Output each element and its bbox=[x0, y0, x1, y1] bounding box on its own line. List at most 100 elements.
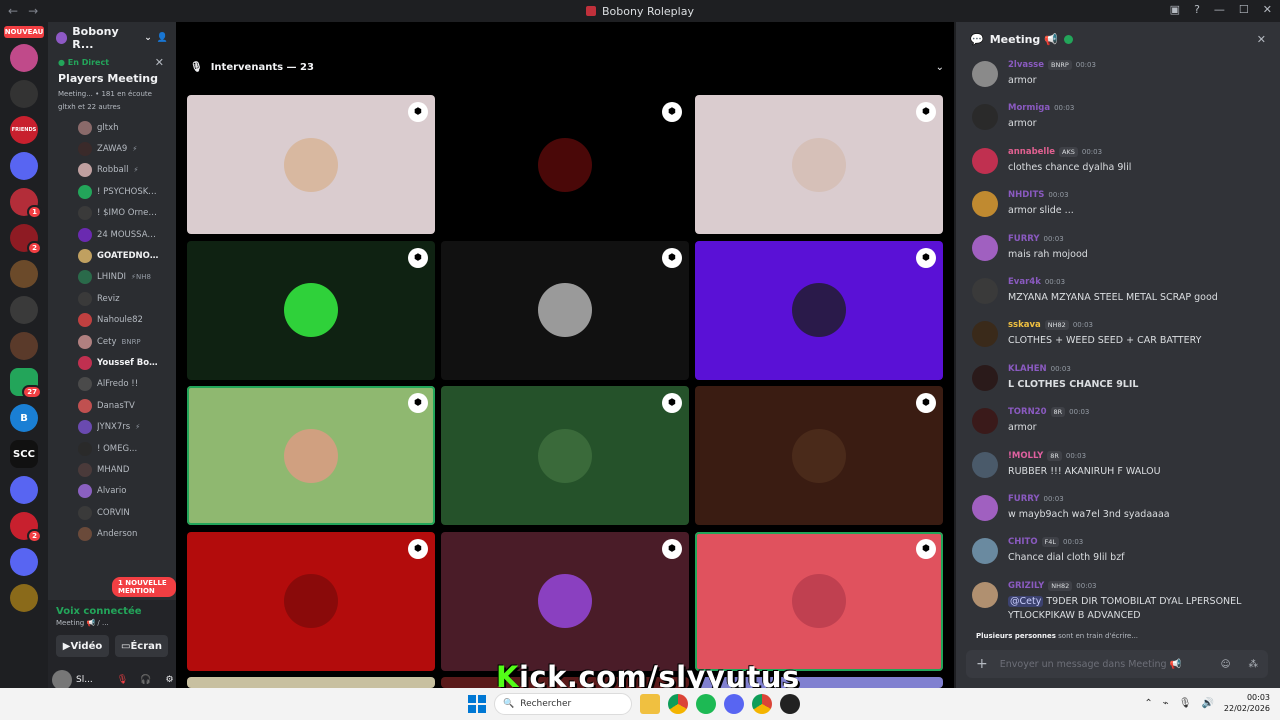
server-icon[interactable] bbox=[10, 296, 38, 324]
server-icon[interactable]: 27 bbox=[10, 368, 42, 399]
clock[interactable]: 00:03 22/02/2026 bbox=[1224, 692, 1270, 714]
spotify-icon[interactable] bbox=[696, 694, 716, 714]
voice-member[interactable]: DanasTV bbox=[48, 395, 176, 416]
video-button[interactable]: ▶ Vidéo bbox=[56, 635, 109, 657]
chrome-icon[interactable] bbox=[668, 694, 688, 714]
forward-arrow-icon[interactable]: → bbox=[28, 4, 38, 18]
speaker-tile[interactable]: ⬢ bbox=[695, 531, 943, 671]
activity-icon[interactable]: ⬢ bbox=[408, 538, 428, 559]
avatar[interactable] bbox=[972, 408, 998, 435]
discord-icon[interactable] bbox=[724, 694, 744, 714]
message-author[interactable]: sskava bbox=[1008, 320, 1041, 330]
chevron-down-icon[interactable]: ⌄ bbox=[936, 62, 944, 73]
message-author[interactable]: TORN20 bbox=[1008, 407, 1047, 417]
speaker-tile[interactable]: ⬢ bbox=[441, 531, 689, 671]
voice-member[interactable]: LHINDI ⚡NH8 bbox=[48, 267, 176, 288]
voice-member[interactable]: CORVIN bbox=[48, 502, 176, 523]
speaker-tile[interactable]: ⬢ bbox=[695, 240, 943, 380]
chat-message[interactable]: NHDITS 00:03 armor slide ... bbox=[972, 190, 1280, 233]
avatar[interactable] bbox=[972, 494, 998, 521]
voice-member[interactable]: 24 MOUSSAOUI bbox=[48, 224, 176, 245]
voice-member[interactable]: Youssef Boush... bbox=[48, 352, 176, 373]
voice-channel[interactable]: Meeting 📢 / ... bbox=[56, 619, 168, 627]
message-author[interactable]: GRIZILY bbox=[1008, 581, 1044, 591]
speaker-tile[interactable]: ⬢ bbox=[695, 95, 943, 234]
speaker-tile[interactable]: ⬢ bbox=[187, 531, 435, 671]
message-author[interactable]: annabelle bbox=[1008, 147, 1055, 157]
avatar[interactable] bbox=[972, 364, 998, 391]
activity-icon[interactable]: ⬢ bbox=[408, 102, 428, 122]
avatar[interactable] bbox=[972, 104, 998, 131]
avatar[interactable] bbox=[972, 538, 998, 565]
server-icon[interactable] bbox=[10, 584, 38, 612]
message-author[interactable]: CHITO bbox=[1008, 537, 1038, 547]
server-icon[interactable] bbox=[10, 80, 38, 108]
avatar[interactable] bbox=[972, 321, 998, 348]
voice-member[interactable]: AlFredo !! bbox=[48, 374, 176, 395]
activity-icon[interactable]: ⬢ bbox=[662, 538, 682, 559]
chevron-up-icon[interactable]: ⌃ bbox=[1144, 698, 1152, 709]
avatar[interactable] bbox=[972, 451, 998, 478]
activity-icon[interactable]: ⬢ bbox=[662, 102, 682, 122]
obs-icon[interactable] bbox=[780, 694, 800, 714]
server-header[interactable]: Bobony R... ⌄ 👤 bbox=[48, 22, 176, 54]
server-icon[interactable]: 1 bbox=[10, 188, 42, 219]
chat-message[interactable]: TORN20 8R 00:03 armor bbox=[972, 407, 1280, 450]
speaker-tile[interactable]: ⬢ bbox=[441, 95, 689, 234]
gear-icon[interactable]: ⚙ bbox=[165, 675, 173, 685]
voice-member[interactable]: ! OMEG... bbox=[48, 438, 176, 459]
back-arrow-icon[interactable]: ← bbox=[8, 4, 18, 18]
chat-message[interactable]: annabelle AKS 00:03 clothes chance dyalha 9… bbox=[972, 146, 1280, 190]
microphone-icon[interactable]: 🎙 bbox=[1179, 698, 1192, 709]
server-icon[interactable] bbox=[10, 476, 38, 504]
avatar[interactable] bbox=[972, 147, 998, 174]
activity-icon[interactable]: ⬢ bbox=[662, 393, 682, 413]
message-author[interactable]: !MOLLY bbox=[1008, 451, 1043, 461]
chat-message[interactable]: KLAHEN 00:03 L CLOTHES CHANCE 9LIL bbox=[972, 364, 1280, 407]
voice-member[interactable]: Reviz bbox=[48, 288, 176, 309]
server-icon[interactable]: FRIENDS bbox=[10, 116, 38, 144]
voice-member[interactable]: Cety BNRP bbox=[48, 331, 176, 352]
chat-message[interactable]: GRIZILY NH82 00:03 @Cety T9DER DIR TOMOBILA… bbox=[972, 580, 1280, 624]
avatar[interactable] bbox=[972, 581, 998, 608]
user-mention[interactable]: @Cety bbox=[1008, 595, 1044, 607]
server-icon[interactable]: 2 bbox=[10, 512, 42, 543]
voice-member[interactable]: Anderson bbox=[48, 523, 176, 544]
server-icon[interactable] bbox=[10, 152, 38, 180]
server-icon[interactable]: SCC bbox=[10, 440, 38, 468]
mention-badge[interactable]: 1 NOUVELLE MENTION bbox=[112, 577, 176, 597]
avatar[interactable] bbox=[972, 61, 998, 87]
message-author[interactable]: Evar4k bbox=[1008, 277, 1041, 287]
taskbar-search[interactable]: 🔍 Rechercher bbox=[494, 693, 632, 715]
voice-member[interactable]: ZAWA9 ⚡ bbox=[48, 138, 176, 159]
server-icon[interactable] bbox=[10, 44, 38, 72]
network-icon[interactable]: ⌁ bbox=[1163, 698, 1169, 709]
mute-icon[interactable]: 🎙 bbox=[117, 675, 128, 685]
inbox-icon[interactable]: ▣ bbox=[1170, 3, 1180, 16]
message-input[interactable]: + Envoyer un message dans Meeting 📢 ☺ ⁂ bbox=[966, 650, 1268, 678]
voice-member[interactable]: Robball ⚡ bbox=[48, 160, 176, 181]
help-icon[interactable]: ? bbox=[1194, 3, 1200, 16]
server-icon[interactable] bbox=[10, 548, 38, 576]
add-member-icon[interactable]: 👤 bbox=[157, 33, 168, 43]
avatar[interactable] bbox=[972, 234, 998, 261]
message-author[interactable]: KLAHEN bbox=[1008, 364, 1047, 374]
voice-member[interactable]: Alvario bbox=[48, 481, 176, 502]
maximize-button[interactable]: ☐ bbox=[1239, 3, 1249, 16]
close-icon[interactable]: ✕ bbox=[155, 56, 164, 69]
voice-member[interactable]: JYNX7rs ⚡ bbox=[48, 416, 176, 437]
avatar[interactable] bbox=[972, 191, 998, 218]
chrome-alt-icon[interactable] bbox=[752, 694, 772, 714]
folder-icon[interactable] bbox=[640, 694, 660, 714]
activity-icon[interactable]: ⬢ bbox=[916, 393, 936, 413]
voice-member[interactable]: Nahoule82 bbox=[48, 310, 176, 331]
activity-icon[interactable]: ⬢ bbox=[916, 247, 936, 268]
chat-message[interactable]: sskava NH82 00:03 CLOTHES + WEED SEED + CAR… bbox=[972, 320, 1280, 363]
speaker-tile[interactable] bbox=[187, 677, 435, 688]
speaker-tile[interactable]: ⬢ bbox=[187, 240, 435, 380]
voice-member[interactable]: ! $IMO Ornes % bbox=[48, 203, 176, 224]
avatar[interactable] bbox=[52, 670, 72, 688]
headset-icon[interactable]: 🎧 bbox=[140, 675, 151, 685]
activity-icon[interactable]: ⬢ bbox=[916, 102, 936, 122]
speaker-tile[interactable]: ⬢ bbox=[187, 386, 435, 525]
